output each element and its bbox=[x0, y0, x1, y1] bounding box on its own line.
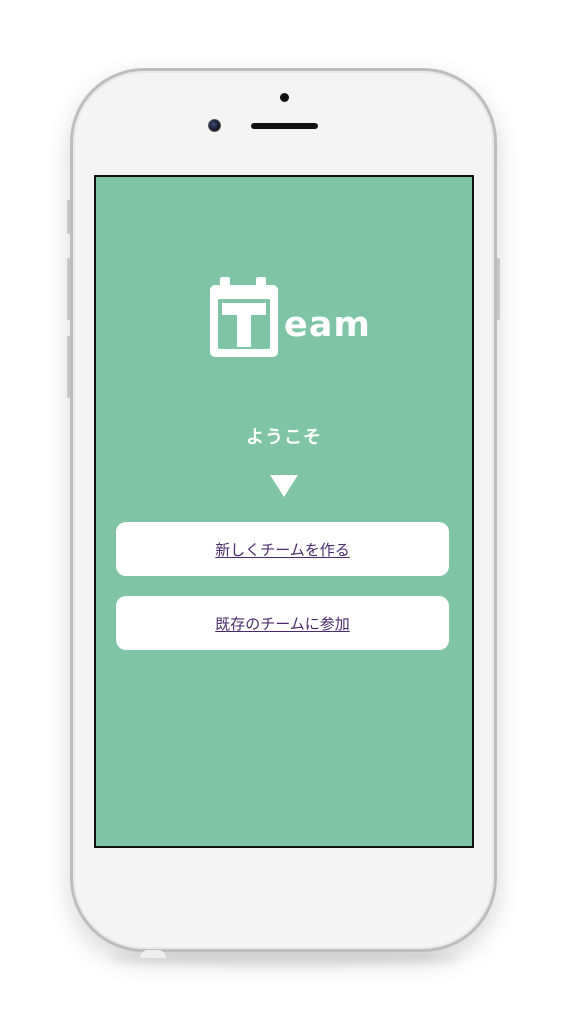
create-team-link[interactable]: 新しくチームを作る bbox=[215, 539, 350, 560]
app-screen: eam ようこそ 新しくチームを作る 既存のチームに参加 bbox=[94, 175, 474, 848]
stage: eam ようこそ 新しくチームを作る 既存のチームに参加 bbox=[0, 0, 568, 1032]
welcome-text: ようこそ bbox=[246, 427, 322, 448]
front-camera-icon bbox=[208, 119, 221, 132]
home-button-edge bbox=[140, 950, 166, 958]
earpiece-speaker bbox=[251, 123, 318, 129]
calendar-t-icon bbox=[210, 277, 278, 357]
logo-wordmark: eam bbox=[284, 305, 371, 345]
create-team-button[interactable]: 新しくチームを作る bbox=[116, 522, 449, 576]
proximity-sensor bbox=[280, 93, 289, 102]
triangle-down-icon bbox=[270, 475, 298, 497]
join-team-link[interactable]: 既存のチームに参加 bbox=[215, 613, 350, 634]
join-team-button[interactable]: 既存のチームに参加 bbox=[116, 596, 449, 650]
team-logo: eam bbox=[208, 277, 370, 361]
